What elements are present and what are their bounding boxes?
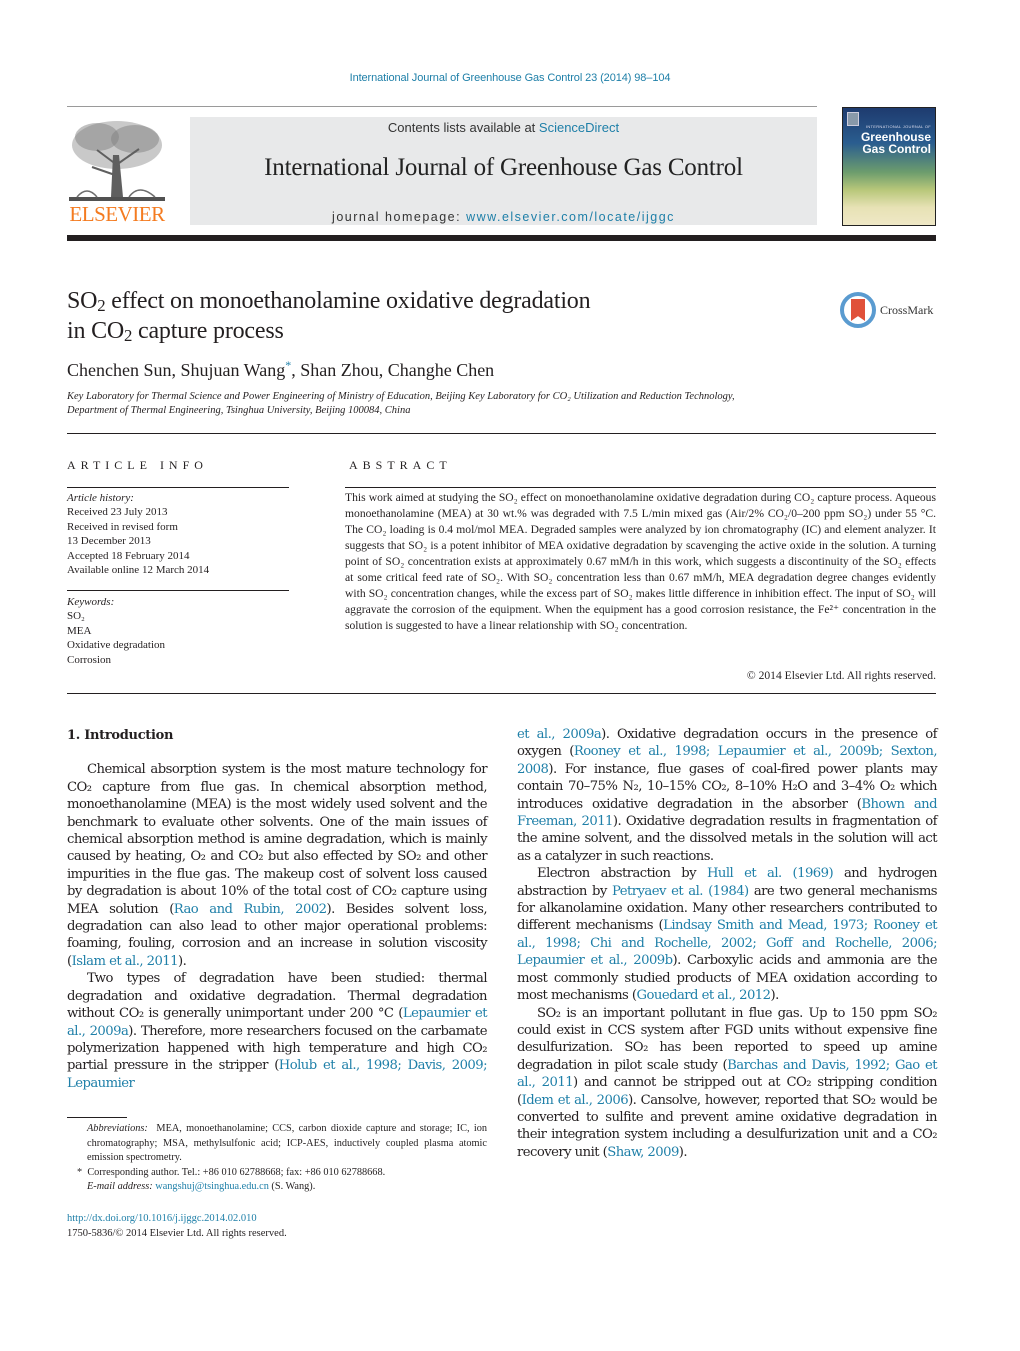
doi-block: http://dx.doi.org/10.1016/j.ijggc.2014.0… [67, 1212, 287, 1241]
divider [67, 106, 817, 107]
email-suffix: (S. Wang). [268, 1181, 316, 1193]
cover-logo [847, 112, 859, 126]
citation-link[interactable]: Hull et al. (1969) [707, 866, 834, 881]
history-item: Available online 12 March 2014 [67, 564, 210, 577]
article-title: SO 2 effect on monoethanolamine oxidative… [67, 286, 807, 346]
paragraph-text: ). [177, 953, 187, 969]
email-footnote: E-mail address: wangshuj@tsinghua.edu.cn… [67, 1180, 487, 1195]
title-part: effect on monoethanolamine oxidative deg… [105, 288, 591, 314]
footnotes: Abbreviations: MEA, monoethanolamine; CC… [67, 1122, 487, 1195]
abbreviations-footnote: Abbreviations: MEA, monoethanolamine; CC… [67, 1122, 487, 1166]
journal-citation[interactable]: International Journal of Greenhouse Gas … [0, 72, 1020, 84]
body-column-left: 1. Introduction Chemical absorption syst… [67, 727, 488, 1092]
footnote-divider [67, 1117, 127, 1118]
journal-title: International Journal of Greenhouse Gas … [264, 154, 743, 181]
paragraph-text: ). [770, 988, 779, 1004]
header-divider [67, 235, 936, 241]
paragraph: Electron abstraction by Hull et al. (196… [517, 865, 938, 1004]
history-item: Accepted 18 February 2014 [67, 549, 190, 562]
divider [67, 487, 289, 488]
divider [67, 693, 936, 694]
abstract-text: This work aimed at studying the SO₂ effe… [345, 491, 936, 632]
author-name[interactable]: Chenchen Sun [67, 360, 171, 380]
left-paragraphs: Chemical absorption system is the most m… [67, 761, 488, 1092]
footnote-mark: * [77, 1166, 83, 1178]
paragraph: et al., 2009a). Oxidative degradation oc… [517, 726, 938, 865]
paragraph: Two types of degradation have been studi… [67, 970, 488, 1092]
crossmark-icon [840, 292, 876, 328]
journal-masthead: Contents lists available at ScienceDirec… [190, 117, 817, 225]
abbreviations-label: Abbreviations: [87, 1123, 148, 1134]
keyword: Corrosion [67, 653, 111, 666]
contents-prefix: Contents lists available at [387, 120, 539, 135]
abstract-copyright: © 2014 Elsevier Ltd. All rights reserved… [746, 669, 936, 682]
cover-title-line2: Gas Control [862, 142, 931, 156]
title-part: capture process [132, 318, 284, 344]
citation-link[interactable]: Idem et al., 2006 [522, 1093, 629, 1108]
divider [345, 487, 936, 488]
paragraph: SO₂ is an important pollutant in flue ga… [517, 1005, 938, 1162]
citation-link[interactable]: Rao and Rubin, 2002 [174, 902, 327, 917]
email-link[interactable]: wangshuj@tsinghua.edu.cn [155, 1181, 269, 1192]
author-list: Chenchen Sun, Shujuan Wang*, Shan Zhou, … [67, 358, 495, 380]
citation-link[interactable]: et al., 2009a [517, 727, 602, 742]
paragraph-text: Chemical absorption system is the most m… [67, 762, 488, 917]
divider [67, 590, 289, 591]
elsevier-wordmark: ELSEVIER [69, 202, 165, 226]
citation-link[interactable]: Petryaev et al. (1984) [612, 884, 749, 899]
title-subscript: 2 [124, 326, 133, 345]
doi-link[interactable]: http://dx.doi.org/10.1016/j.ijggc.2014.0… [67, 1213, 257, 1224]
history-label: Article history: [67, 492, 134, 504]
divider [67, 433, 936, 434]
cover-title: Greenhouse Gas Control [861, 131, 931, 155]
homepage-prefix: journal homepage: [332, 210, 467, 224]
paragraph: Chemical absorption system is the most m… [67, 761, 488, 970]
keyword: SO₂ [67, 610, 85, 623]
citation-link[interactable]: Islam et al., 2011 [72, 954, 179, 969]
homepage-line: journal homepage: www.elsevier.com/locat… [190, 210, 817, 224]
corresponding-footnote: * Corresponding author. Tel.: +86 010 62… [67, 1166, 487, 1181]
body-column-right: et al., 2009a). Oxidative degradation oc… [517, 726, 938, 1162]
paragraph-text: ). [678, 1144, 688, 1160]
title-part: in CO [67, 318, 125, 344]
keywords-label: Keywords: [67, 596, 115, 608]
corresponding-author-marker[interactable]: * [285, 358, 291, 372]
cover-subtitle: INTERNATIONAL JOURNAL OF [865, 124, 931, 129]
right-paragraphs: et al., 2009a). Oxidative degradation oc… [517, 726, 938, 1162]
section-heading: 1. Introduction [67, 728, 174, 743]
author-name[interactable]: Changhe Chen [388, 360, 494, 380]
author-name[interactable]: Shan Zhou [300, 360, 379, 380]
history-item: Received in revised form [67, 520, 178, 533]
tree-icon [69, 121, 165, 201]
sciencedirect-link[interactable]: ScienceDirect [539, 120, 619, 135]
contents-line: Contents lists available at ScienceDirec… [190, 120, 817, 135]
keyword: Oxidative degradation [67, 639, 166, 652]
paragraph-text: Electron abstraction by [537, 866, 707, 882]
crossmark-label: CrossMark [880, 302, 934, 317]
history-item: 13 December 2013 [67, 535, 151, 548]
elsevier-logo[interactable]: ELSEVIER [67, 115, 167, 227]
corresponding-text: Corresponding author. Tel.: +86 010 6278… [87, 1166, 386, 1178]
abstract-heading: ABSTRACT [349, 458, 452, 472]
journal-homepage-link[interactable]: www.elsevier.com/locate/ijggc [466, 210, 675, 224]
citation-link[interactable]: Gouedard et al., 2012 [637, 988, 772, 1003]
article-info-heading: ARTICLE INFO [67, 458, 208, 472]
crossmark-button[interactable]: CrossMark [840, 291, 940, 329]
journal-cover-image[interactable]: INTERNATIONAL JOURNAL OF Greenhouse Gas C… [842, 107, 936, 226]
affiliation-line: Department of Thermal Engineering, Tsing… [67, 405, 411, 416]
keywords: Keywords: SO₂ MEA Oxidative degradation … [67, 595, 165, 667]
affiliation: Key Laboratory for Thermal Science and P… [67, 390, 867, 418]
title-part: SO [67, 288, 98, 314]
citation-link[interactable]: Shaw, 2009 [607, 1145, 679, 1160]
author-name[interactable]: Shujuan Wang [180, 360, 285, 380]
history-item: Received 23 July 2013 [67, 506, 168, 519]
issn-copyright: 1750-5836/© 2014 Elsevier Ltd. All right… [67, 1227, 287, 1239]
article-history: Article history: Received 23 July 2013 R… [67, 491, 209, 577]
email-label: E-mail address: [87, 1181, 153, 1193]
keyword: MEA [67, 624, 92, 637]
affiliation-line: Key Laboratory for Thermal Science and P… [67, 391, 735, 402]
